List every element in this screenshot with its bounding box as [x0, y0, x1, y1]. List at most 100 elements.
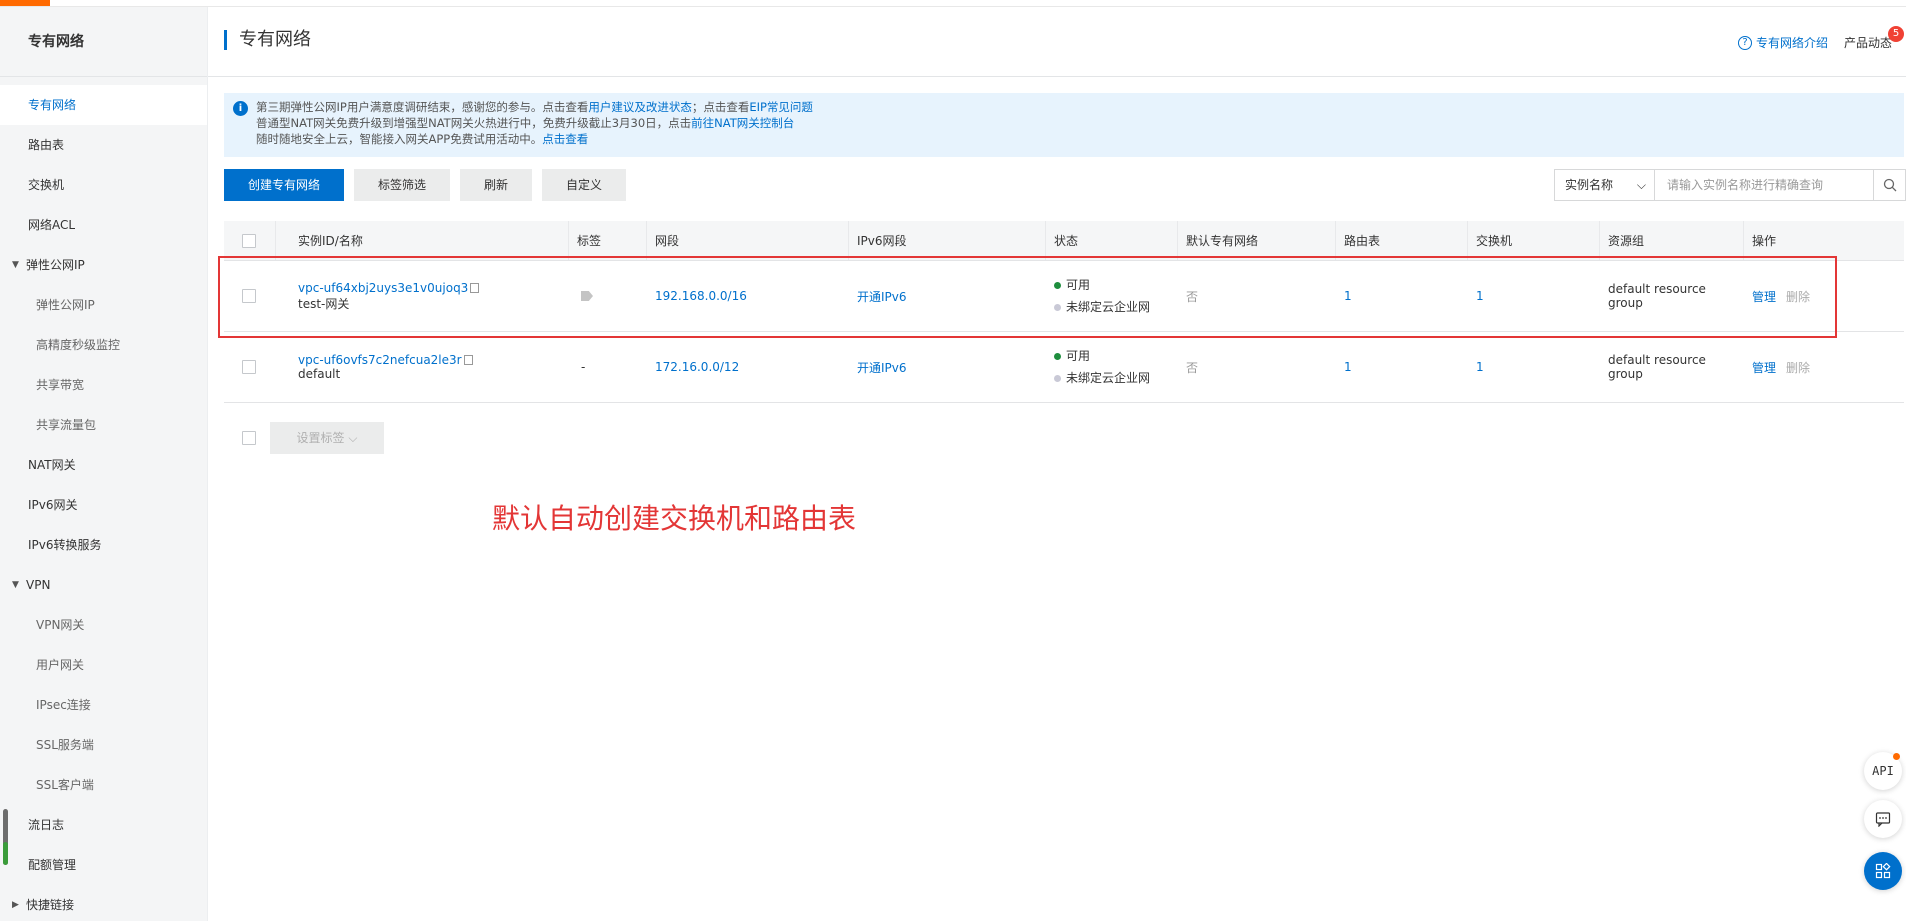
sidebar: 专有网络 专有网络 路由表 交换机 网络ACL ▼ 弹性公网IP 弹性公网IP 高… — [0, 7, 208, 921]
actions-cell: 管理 删除 — [1744, 332, 1904, 402]
notice-line-3: 随时随地安全上云，智能接入网关APP免费试用活动中。点击查看 — [256, 131, 1904, 147]
enable-ipv6-link[interactable]: 开通IPv6 — [857, 359, 1046, 376]
create-vpc-button[interactable]: 创建专有网络 — [224, 169, 345, 201]
sidebar-item-ssl-client[interactable]: SSL客户端 — [0, 765, 207, 805]
col-resource-group: 资源组 — [1600, 221, 1744, 260]
vpc-intro-label: 专有网络介绍 — [1755, 36, 1828, 50]
sidebar-item-monitoring[interactable]: 高精度秒级监控 — [0, 325, 207, 365]
notice-text: ；点击查看 — [691, 100, 750, 114]
sidebar-group-label: VPN — [26, 578, 51, 592]
vswitches-link[interactable]: 1 — [1476, 360, 1600, 374]
resource-group-value: default resource group — [1608, 353, 1706, 381]
sidebar-item-nat-gateway[interactable]: NAT网关 — [0, 445, 207, 485]
notice-text: 第三期弹性公网IP用户满意度调研结束，感谢您的参与。点击查看 — [256, 100, 589, 114]
table-header: 实例ID/名称 标签 网段 IPv6网段 状态 默认专有网络 路由表 交换机 资… — [224, 221, 1904, 261]
sidebar-item-network-acl[interactable]: 网络ACL — [0, 205, 207, 245]
manage-link[interactable]: 管理 — [1752, 359, 1776, 376]
sidebar-group-label: 快捷链接 — [26, 898, 75, 912]
sidebar-item-data-transfer[interactable]: 共享流量包 — [0, 405, 207, 445]
batch-select-checkbox[interactable] — [242, 431, 256, 445]
notification-dot — [1893, 753, 1900, 760]
help-icon: ? — [1737, 35, 1752, 50]
search-field-label: 实例名称 — [1565, 178, 1614, 192]
status-dot-icon — [1054, 352, 1061, 360]
col-vswitches: 交换机 — [1468, 221, 1600, 260]
default-cell: 否 — [1178, 332, 1336, 402]
col-cidr: 网段 — [647, 221, 849, 260]
sidebar-item-ipsec[interactable]: IPsec连接 — [0, 685, 207, 725]
tag-cell: - — [569, 332, 647, 402]
vswitches-cell: 1 — [1468, 332, 1600, 402]
col-default: 默认专有网络 — [1178, 221, 1336, 260]
app-trial-link[interactable]: 点击查看 — [542, 132, 588, 146]
search-input[interactable] — [1655, 170, 1873, 200]
copy-icon[interactable] — [463, 355, 473, 365]
col-actions: 操作 — [1752, 234, 1777, 248]
sidebar-item-quota[interactable]: 配额管理 — [0, 845, 207, 885]
eip-faq-link[interactable]: EIP常见问题 — [749, 100, 813, 114]
sidebar-group-vpn[interactable]: ▼ VPN — [0, 565, 207, 605]
col-ipv6: IPv6网段 — [849, 221, 1046, 260]
default-value: 否 — [1186, 360, 1199, 375]
search-button[interactable] — [1873, 170, 1905, 200]
sidebar-item-route-tables[interactable]: 路由表 — [0, 125, 207, 165]
vpc-intro-link[interactable]: ? 专有网络介绍 — [1737, 34, 1828, 51]
caret-down-icon: ▼ — [12, 580, 19, 590]
status-cen: 未绑定云企业网 — [1054, 367, 1178, 389]
sidebar-item-vswitches[interactable]: 交换机 — [0, 165, 207, 205]
sidebar-item-eip[interactable]: 弹性公网IP — [0, 285, 207, 325]
sidebar-group-shortcuts[interactable]: ▶ 快捷链接 — [0, 885, 207, 921]
notice-text: 随时随地安全上云，智能接入网关APP免费试用活动中。 — [256, 132, 543, 146]
caret-right-icon: ▶ — [12, 900, 19, 910]
row-select-cell — [224, 332, 276, 402]
status-cell: 可用 未绑定云企业网 — [1046, 332, 1178, 402]
route-tables-cell: 1 — [1336, 332, 1468, 402]
search-box: 实例名称 ⌵ — [1554, 169, 1906, 201]
resource-group-cell: default resource group — [1600, 332, 1744, 402]
caret-down-icon: ▼ — [12, 260, 19, 270]
apps-button[interactable] — [1864, 852, 1902, 890]
product-news-label: 产品动态 — [1843, 36, 1892, 50]
header-divider — [208, 76, 1906, 77]
refresh-button[interactable]: 刷新 — [460, 169, 533, 201]
feedback-button[interactable] — [1864, 800, 1902, 838]
chevron-down-icon: ⌵ — [1636, 178, 1646, 192]
customize-button[interactable]: 自定义 — [542, 169, 627, 201]
tag-value: - — [581, 360, 586, 374]
status-available: 可用 — [1054, 345, 1178, 367]
select-all-checkbox[interactable] — [242, 234, 256, 248]
sidebar-group-eip[interactable]: ▼ 弹性公网IP — [0, 245, 207, 285]
header-select-cell — [224, 221, 276, 260]
route-tables-link[interactable]: 1 — [1344, 360, 1468, 374]
delete-link[interactable]: 删除 — [1786, 359, 1810, 376]
search-field-select[interactable]: 实例名称 ⌵ — [1555, 170, 1655, 200]
cidr-cell: 172.16.0.0/12 — [647, 332, 849, 402]
sidebar-item-vpc[interactable]: 专有网络 — [0, 85, 207, 125]
annotation-note: 默认自动创建交换机和路由表 — [492, 502, 857, 535]
page-title: 专有网络 — [224, 30, 311, 50]
nat-console-link[interactable]: 前往NAT网关控制台 — [691, 116, 794, 130]
api-label: API — [1872, 764, 1894, 778]
row-checkbox[interactable] — [242, 360, 256, 374]
sidebar-item-vpn-gateway[interactable]: VPN网关 — [0, 605, 207, 645]
notice-text: 普通型NAT网关免费升级到增强型NAT网关火热进行中，免费升级截止3月30日，点… — [256, 116, 692, 130]
product-news-link[interactable]: 产品动态 5 — [1843, 26, 1904, 51]
col-tag: 标签 — [569, 221, 647, 260]
toolbar: 创建专有网络 标签筛选 刷新 自定义 — [224, 169, 627, 201]
sidebar-menu: 专有网络 路由表 交换机 网络ACL ▼ 弹性公网IP 弹性公网IP 高精度秒级监… — [0, 77, 207, 921]
feedback-status-link[interactable]: 用户建议及改进状态 — [588, 100, 692, 114]
sidebar-item-ipv6-gateway[interactable]: IPv6网关 — [0, 485, 207, 525]
col-route-tables: 路由表 — [1336, 221, 1468, 260]
cidr-link[interactable]: 172.16.0.0/12 — [655, 360, 849, 374]
tag-filter-button[interactable]: 标签筛选 — [354, 169, 451, 201]
sidebar-item-customer-gateway[interactable]: 用户网关 — [0, 645, 207, 685]
sidebar-item-flow-log[interactable]: 流日志 — [0, 805, 207, 845]
api-button[interactable]: API — [1864, 752, 1902, 790]
chevron-down-icon: ⌵ — [348, 431, 358, 445]
set-tags-button[interactable]: 设置标签 ⌵ — [270, 422, 384, 454]
sidebar-item-shared-bandwidth[interactable]: 共享带宽 — [0, 365, 207, 405]
sidebar-item-ipv6-translation[interactable]: IPv6转换服务 — [0, 525, 207, 565]
instance-id-link[interactable]: vpc-uf6ovfs7c2nefcua2le3r — [298, 353, 462, 367]
batch-actions: 设置标签 ⌵ — [242, 422, 384, 454]
sidebar-item-ssl-server[interactable]: SSL服务端 — [0, 725, 207, 765]
